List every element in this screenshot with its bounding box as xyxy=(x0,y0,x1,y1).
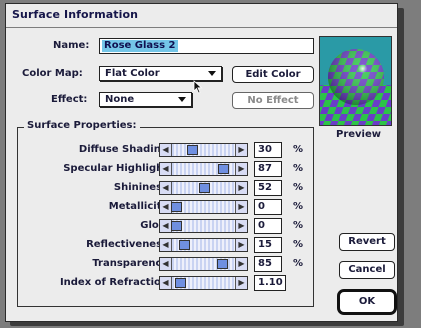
property-label: Diffuse Shading xyxy=(78,144,168,155)
revert-button[interactable]: Revert xyxy=(339,233,395,251)
glow-slider[interactable]: ◀ ▶ xyxy=(159,219,248,233)
arrow-right-icon[interactable]: ▶ xyxy=(235,144,247,156)
transparency-field[interactable]: 85 xyxy=(254,256,282,272)
name-field[interactable]: Rose Glass 2 xyxy=(99,38,314,54)
effect-label: Effect: xyxy=(51,94,88,105)
arrow-left-icon[interactable]: ◀ xyxy=(160,144,172,156)
surface-information-dialog: Surface Information Name: Rose Glass 2 C… xyxy=(5,3,398,322)
slider-thumb[interactable] xyxy=(171,202,182,212)
property-row-metallicity: Metallicity ◀ ▶ 0 % xyxy=(17,199,314,215)
percent-unit: % xyxy=(293,220,304,231)
chevron-down-icon xyxy=(178,97,186,102)
slider-thumb[interactable] xyxy=(171,221,182,231)
cancel-button[interactable]: Cancel xyxy=(339,261,395,279)
glow-field[interactable]: 0 xyxy=(254,218,282,234)
preview-label: Preview xyxy=(336,129,382,140)
percent-unit: % xyxy=(293,201,304,212)
property-row-index-of-refraction: Index of Refraction ◀ ▶ 1.10 xyxy=(17,275,314,291)
index-of-refraction-slider[interactable]: ◀ ▶ xyxy=(159,276,248,290)
color-map-popup[interactable]: Flat Color xyxy=(99,66,222,81)
arrow-right-icon[interactable]: ▶ xyxy=(235,182,247,194)
property-row-reflectiveness: Reflectiveness ◀ ▶ 15 % xyxy=(17,237,314,253)
arrow-right-icon[interactable]: ▶ xyxy=(235,277,247,289)
arrow-right-icon[interactable]: ▶ xyxy=(235,239,247,251)
property-label: Index of Refraction xyxy=(59,277,168,288)
edit-color-button[interactable]: Edit Color xyxy=(232,66,314,83)
effect-value: None xyxy=(105,94,135,105)
name-value: Rose Glass 2 xyxy=(102,40,178,52)
color-map-label: Color Map: xyxy=(22,68,83,79)
percent-unit: % xyxy=(293,182,304,193)
slider-thumb[interactable] xyxy=(175,278,187,288)
metallicity-field[interactable]: 0 xyxy=(254,199,282,215)
percent-unit: % xyxy=(293,144,304,155)
arrow-left-icon[interactable]: ◀ xyxy=(160,239,172,251)
arrow-left-icon[interactable]: ◀ xyxy=(160,182,172,194)
slider-thumb[interactable] xyxy=(187,145,199,155)
property-row-glow: Glow ◀ ▶ 0 % xyxy=(17,218,314,234)
property-label: Transparency xyxy=(92,258,168,269)
property-row-shininess: Shininess ◀ ▶ 52 % xyxy=(17,180,314,196)
title-bar[interactable]: Surface Information xyxy=(6,4,397,28)
property-label: Specular Highlight xyxy=(63,163,168,174)
slider-thumb[interactable] xyxy=(216,259,228,269)
diffuse-shading-field[interactable]: 30 xyxy=(254,142,282,158)
transparency-slider[interactable]: ◀ ▶ xyxy=(159,257,248,271)
mouse-cursor-icon xyxy=(193,80,203,94)
property-row-specular-highlight: Specular Highlight ◀ ▶ 87 % xyxy=(17,161,314,177)
arrow-right-icon[interactable]: ▶ xyxy=(235,201,247,213)
reflectiveness-field[interactable]: 15 xyxy=(254,237,282,253)
arrow-right-icon[interactable]: ▶ xyxy=(235,258,247,270)
slider-thumb[interactable] xyxy=(217,164,229,174)
arrow-right-icon[interactable]: ▶ xyxy=(235,163,247,175)
chevron-down-icon xyxy=(208,71,216,76)
diffuse-shading-slider[interactable]: ◀ ▶ xyxy=(159,143,248,157)
name-label: Name: xyxy=(53,40,90,51)
arrow-right-icon[interactable]: ▶ xyxy=(235,220,247,232)
window-title: Surface Information xyxy=(12,8,139,21)
arrow-left-icon[interactable]: ◀ xyxy=(160,277,172,289)
no-effect-button[interactable]: No Effect xyxy=(232,92,314,109)
preview-image xyxy=(319,36,392,126)
property-label: Reflectiveness xyxy=(86,239,168,250)
effect-popup[interactable]: None xyxy=(99,92,192,107)
property-row-diffuse-shading: Diffuse Shading ◀ ▶ 30 % xyxy=(17,142,314,158)
arrow-left-icon[interactable]: ◀ xyxy=(160,163,172,175)
specular-highlight-slider[interactable]: ◀ ▶ xyxy=(159,162,248,176)
shininess-slider[interactable]: ◀ ▶ xyxy=(159,181,248,195)
percent-unit: % xyxy=(293,258,304,269)
property-row-transparency: Transparency ◀ ▶ 85 % xyxy=(17,256,314,272)
specular-highlight-field[interactable]: 87 xyxy=(254,161,282,177)
surface-properties-label: Surface Properties: xyxy=(24,120,140,131)
slider-thumb[interactable] xyxy=(179,240,191,250)
color-map-value: Flat Color xyxy=(105,68,160,79)
slider-thumb[interactable] xyxy=(199,183,211,193)
shininess-field[interactable]: 52 xyxy=(254,180,282,196)
arrow-left-icon[interactable]: ◀ xyxy=(160,258,172,270)
percent-unit: % xyxy=(293,239,304,250)
index-of-refraction-field[interactable]: 1.10 xyxy=(254,275,286,291)
ok-button-default-ring[interactable]: OK xyxy=(337,289,397,315)
preview-sphere-illustration xyxy=(320,37,391,125)
percent-unit: % xyxy=(293,163,304,174)
ok-button[interactable]: OK xyxy=(340,292,394,312)
reflectiveness-slider[interactable]: ◀ ▶ xyxy=(159,238,248,252)
metallicity-slider[interactable]: ◀ ▶ xyxy=(159,200,248,214)
